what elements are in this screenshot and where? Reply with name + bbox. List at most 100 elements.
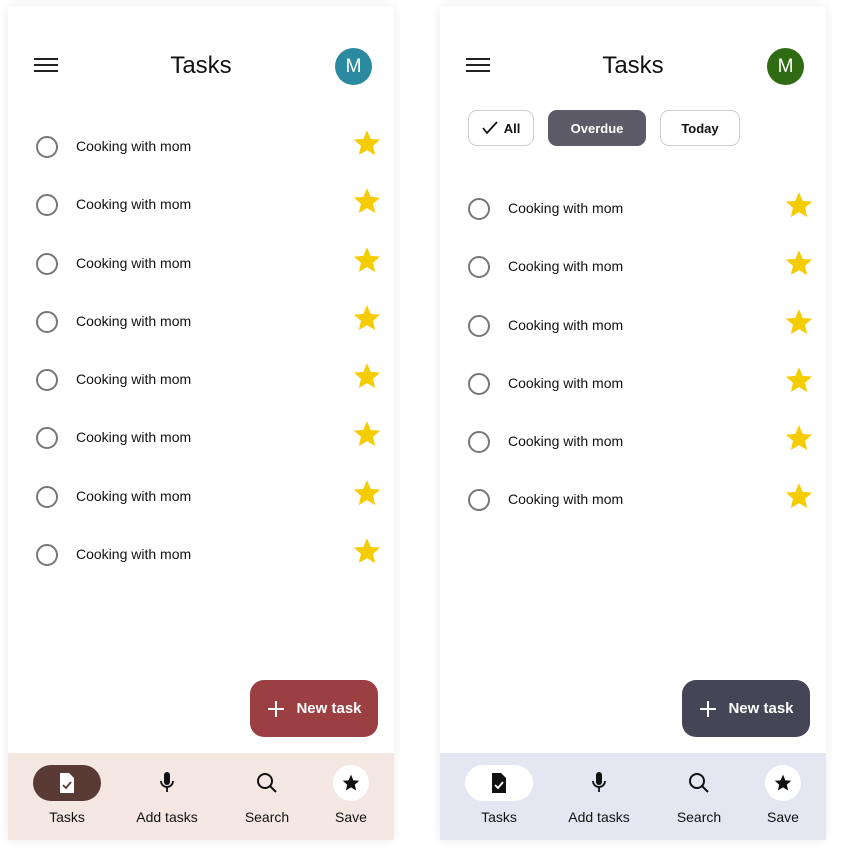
microphone-icon bbox=[592, 772, 606, 792]
nav-label-add-tasks: Add tasks bbox=[136, 809, 198, 825]
task-label: Cooking with mom bbox=[76, 138, 192, 154]
nav-item-tasks[interactable]: Tasks bbox=[454, 765, 544, 825]
task-label: Cooking with mom bbox=[76, 487, 192, 504]
star-icon[interactable] bbox=[354, 538, 380, 564]
plus-icon bbox=[700, 700, 717, 717]
star-icon[interactable] bbox=[354, 246, 380, 273]
task-label: Cooking with mom bbox=[508, 433, 624, 450]
task-checkbox[interactable] bbox=[36, 485, 58, 508]
search-icon bbox=[689, 773, 709, 793]
task-row[interactable]: Cooking with mom bbox=[8, 241, 394, 299]
star-icon[interactable] bbox=[354, 130, 380, 156]
avatar[interactable]: M bbox=[767, 48, 804, 85]
task-list: Cooking with mom Cooking with mom Cooking … bbox=[8, 124, 394, 590]
task-label: Cooking with mom bbox=[508, 258, 624, 275]
new-task-label: New task bbox=[296, 700, 362, 717]
task-row[interactable]: Cooking with mom bbox=[8, 124, 394, 182]
task-row[interactable]: Cooking with mom bbox=[8, 532, 394, 590]
nav-active-pill bbox=[33, 765, 101, 801]
star-icon[interactable] bbox=[354, 480, 380, 506]
nav-item-add-tasks[interactable]: Add tasks bbox=[122, 765, 212, 825]
task-row[interactable]: Cooking with mom bbox=[8, 182, 394, 240]
nav-item-add-tasks[interactable]: Add tasks bbox=[554, 765, 644, 825]
task-label: Cooking with mom bbox=[508, 491, 624, 508]
star-icon[interactable] bbox=[354, 305, 380, 331]
task-row[interactable]: Cooking with mom bbox=[440, 419, 826, 477]
new-task-button[interactable]: New task bbox=[250, 680, 378, 737]
star-icon[interactable] bbox=[786, 250, 812, 276]
tasks-screen-left: Tasks M Cooking with mom Cooking with mom… bbox=[8, 6, 394, 840]
star-icon[interactable] bbox=[354, 188, 380, 214]
task-row[interactable]: Cooking with mom bbox=[440, 244, 826, 302]
task-checkbox[interactable] bbox=[36, 194, 58, 217]
task-label: Cooking with mom bbox=[76, 196, 192, 213]
bottom-navigation: Tasks Add tasks Search Save bbox=[440, 753, 826, 840]
task-document-icon bbox=[60, 773, 74, 793]
star-icon[interactable] bbox=[786, 192, 812, 218]
avatar[interactable]: M bbox=[335, 48, 372, 85]
task-checkbox[interactable] bbox=[468, 372, 490, 395]
task-label: Cooking with mom bbox=[76, 371, 192, 388]
star-icon[interactable] bbox=[786, 483, 812, 509]
new-task-button[interactable]: New task bbox=[682, 680, 810, 737]
task-checkbox[interactable] bbox=[468, 256, 490, 279]
nav-label-tasks: Tasks bbox=[49, 809, 85, 825]
tasks-screen-right: Tasks M All Overdue Today Cooking with m… bbox=[440, 6, 826, 840]
nav-item-search[interactable]: Search bbox=[222, 765, 312, 825]
star-icon[interactable] bbox=[786, 308, 812, 335]
task-row[interactable]: Cooking with mom bbox=[8, 299, 394, 357]
search-icon bbox=[257, 773, 277, 793]
filter-label-today: Today bbox=[681, 120, 719, 136]
task-list: Cooking with mom Cooking with mom Cooking … bbox=[440, 186, 826, 536]
task-checkbox[interactable] bbox=[36, 369, 58, 392]
task-checkbox[interactable] bbox=[468, 314, 490, 337]
star-icon bbox=[774, 774, 792, 791]
plus-icon bbox=[268, 700, 285, 717]
nav-label-save: Save bbox=[767, 809, 799, 825]
nav-item-tasks[interactable]: Tasks bbox=[22, 765, 112, 825]
filter-label-overdue: Overdue bbox=[570, 120, 624, 136]
task-row[interactable]: Cooking with mom bbox=[440, 186, 826, 244]
task-row[interactable]: Cooking with mom bbox=[440, 303, 826, 361]
task-label: Cooking with mom bbox=[76, 429, 192, 446]
task-checkbox[interactable] bbox=[36, 544, 58, 567]
task-checkbox[interactable] bbox=[36, 427, 58, 450]
task-row[interactable]: Cooking with mom bbox=[440, 361, 826, 419]
task-checkbox[interactable] bbox=[36, 252, 58, 275]
star-icon[interactable] bbox=[354, 363, 380, 389]
task-row[interactable]: Cooking with mom bbox=[8, 415, 394, 473]
star-icon[interactable] bbox=[786, 425, 812, 451]
star-icon[interactable] bbox=[786, 367, 812, 393]
filter-chip-all[interactable]: All bbox=[468, 110, 534, 146]
task-row[interactable]: Cooking with mom bbox=[8, 474, 394, 532]
nav-item-save[interactable]: Save bbox=[738, 765, 826, 825]
task-row[interactable]: Cooking with mom bbox=[8, 357, 394, 415]
nav-label-search: Search bbox=[676, 809, 722, 825]
task-checkbox[interactable] bbox=[468, 489, 490, 512]
nav-active-pill bbox=[465, 765, 533, 801]
task-checkbox[interactable] bbox=[468, 198, 490, 220]
star-icon bbox=[342, 774, 360, 791]
nav-label-tasks: Tasks bbox=[481, 809, 517, 825]
nav-item-save[interactable]: Save bbox=[306, 765, 394, 825]
filter-chip-today[interactable]: Today bbox=[660, 110, 740, 146]
task-checkbox[interactable] bbox=[468, 431, 490, 454]
microphone-icon bbox=[160, 772, 174, 792]
task-checkbox[interactable] bbox=[36, 310, 58, 333]
filter-chip-overdue[interactable]: Overdue bbox=[548, 110, 646, 146]
nav-item-search[interactable]: Search bbox=[654, 765, 744, 825]
filter-label-all: All bbox=[503, 120, 521, 136]
task-label: Cooking with mom bbox=[76, 312, 192, 329]
task-label: Cooking with mom bbox=[508, 316, 624, 333]
star-icon[interactable] bbox=[354, 421, 380, 447]
task-checkbox[interactable] bbox=[36, 136, 58, 158]
checkmark-icon bbox=[481, 121, 498, 135]
new-task-label: New task bbox=[728, 700, 794, 717]
task-row[interactable]: Cooking with mom bbox=[440, 477, 826, 535]
nav-label-save: Save bbox=[335, 809, 367, 825]
bottom-navigation: Tasks Add tasks Search Save bbox=[8, 753, 394, 840]
nav-label-add-tasks: Add tasks bbox=[568, 809, 630, 825]
task-label: Cooking with mom bbox=[76, 546, 192, 563]
task-label: Cooking with mom bbox=[76, 254, 192, 271]
task-document-icon bbox=[492, 773, 506, 793]
